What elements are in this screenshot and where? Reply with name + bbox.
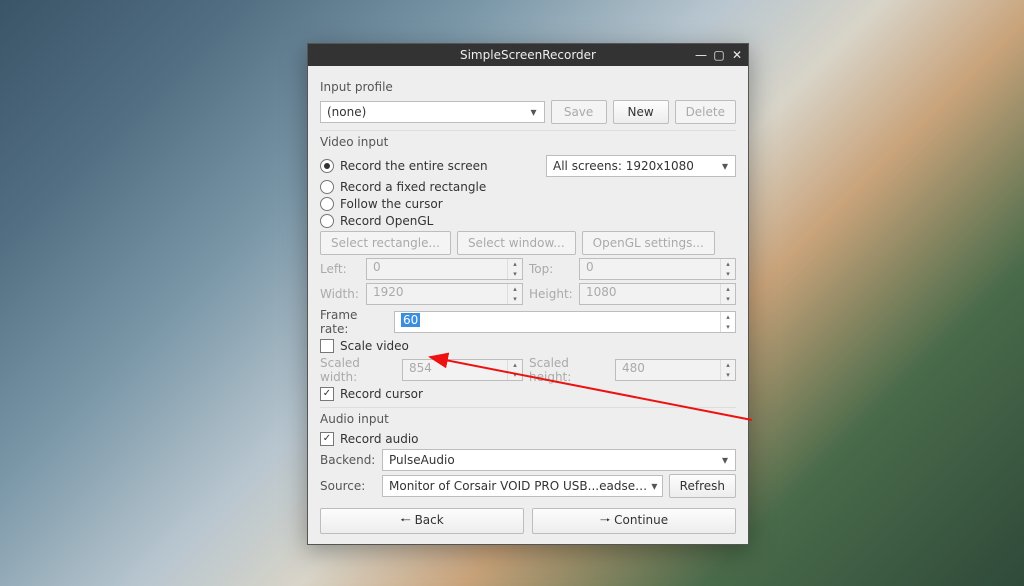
height-label: Height:: [529, 287, 573, 301]
left-label: Left:: [320, 262, 360, 276]
video-section-label: Video input: [320, 135, 736, 149]
top-input: 0▴▾: [579, 258, 736, 280]
frame-rate-label: Frame rate:: [320, 308, 388, 336]
select-window-button[interactable]: Select window...: [457, 231, 576, 255]
radio-dot-icon: [320, 180, 334, 194]
scale-video-checkbox[interactable]: Scale video: [320, 339, 409, 353]
radio-entire-screen[interactable]: Record the entire screen: [320, 159, 488, 173]
chevron-down-icon: ▾: [649, 479, 660, 493]
frame-rate-input[interactable]: 60 ▴▾: [394, 311, 736, 333]
radio-opengl[interactable]: Record OpenGL: [320, 214, 433, 228]
checkbox-icon: [320, 339, 334, 353]
new-button[interactable]: New: [613, 100, 669, 124]
back-button[interactable]: 🠐 Back: [320, 508, 524, 534]
window-title: SimpleScreenRecorder: [460, 48, 596, 62]
radio-follow-cursor[interactable]: Follow the cursor: [320, 197, 443, 211]
height-input: 1080▴▾: [579, 283, 736, 305]
desktop-wallpaper: SimpleScreenRecorder — ▢ ✕ Input profile…: [0, 0, 1024, 586]
scaled-width-input: 854▴▾: [402, 359, 523, 381]
chevron-down-icon: ▾: [717, 159, 733, 173]
profile-select[interactable]: (none) ▾: [320, 101, 545, 123]
scaled-height-input: 480▴▾: [615, 359, 736, 381]
source-select[interactable]: Monitor of Corsair VOID PRO USB...eadset…: [382, 475, 663, 497]
screen-select[interactable]: All screens: 1920x1080 ▾: [546, 155, 736, 177]
chevron-down-icon: ▾: [717, 453, 733, 467]
source-label: Source:: [320, 479, 376, 493]
delete-button[interactable]: Delete: [675, 100, 736, 124]
minimize-icon[interactable]: —: [692, 46, 710, 64]
scaled-width-label: Scaled width:: [320, 356, 396, 384]
record-audio-checkbox[interactable]: Record audio: [320, 432, 419, 446]
checkbox-icon: [320, 432, 334, 446]
chevron-down-icon: ▾: [526, 105, 542, 119]
backend-label: Backend:: [320, 453, 376, 467]
audio-section-label: Audio input: [320, 412, 736, 426]
profile-section-label: Input profile: [320, 80, 736, 94]
checkbox-icon: [320, 387, 334, 401]
select-rectangle-button[interactable]: Select rectangle...: [320, 231, 451, 255]
radio-dot-icon: [320, 159, 334, 173]
maximize-icon[interactable]: ▢: [710, 46, 728, 64]
spinner-arrows-icon[interactable]: ▴▾: [720, 312, 735, 332]
app-window: SimpleScreenRecorder — ▢ ✕ Input profile…: [307, 43, 749, 545]
divider: [320, 407, 736, 408]
radio-fixed-rect[interactable]: Record a fixed rectangle: [320, 180, 486, 194]
width-label: Width:: [320, 287, 360, 301]
record-cursor-checkbox[interactable]: Record cursor: [320, 387, 423, 401]
radio-dot-icon: [320, 197, 334, 211]
divider: [320, 130, 736, 131]
scaled-height-label: Scaled height:: [529, 356, 609, 384]
save-button[interactable]: Save: [551, 100, 607, 124]
top-label: Top:: [529, 262, 573, 276]
frame-rate-value: 60: [401, 313, 420, 327]
width-input: 1920▴▾: [366, 283, 523, 305]
arrow-right-icon: 🠒: [600, 513, 614, 527]
refresh-button[interactable]: Refresh: [669, 474, 736, 498]
continue-button[interactable]: 🠒 Continue: [532, 508, 736, 534]
radio-dot-icon: [320, 214, 334, 228]
titlebar[interactable]: SimpleScreenRecorder — ▢ ✕: [308, 44, 748, 66]
left-input: 0▴▾: [366, 258, 523, 280]
backend-select[interactable]: PulseAudio ▾: [382, 449, 736, 471]
close-icon[interactable]: ✕: [728, 46, 746, 64]
opengl-settings-button[interactable]: OpenGL settings...: [582, 231, 715, 255]
profile-selected: (none): [327, 105, 366, 119]
arrow-left-icon: 🠐: [400, 513, 414, 527]
